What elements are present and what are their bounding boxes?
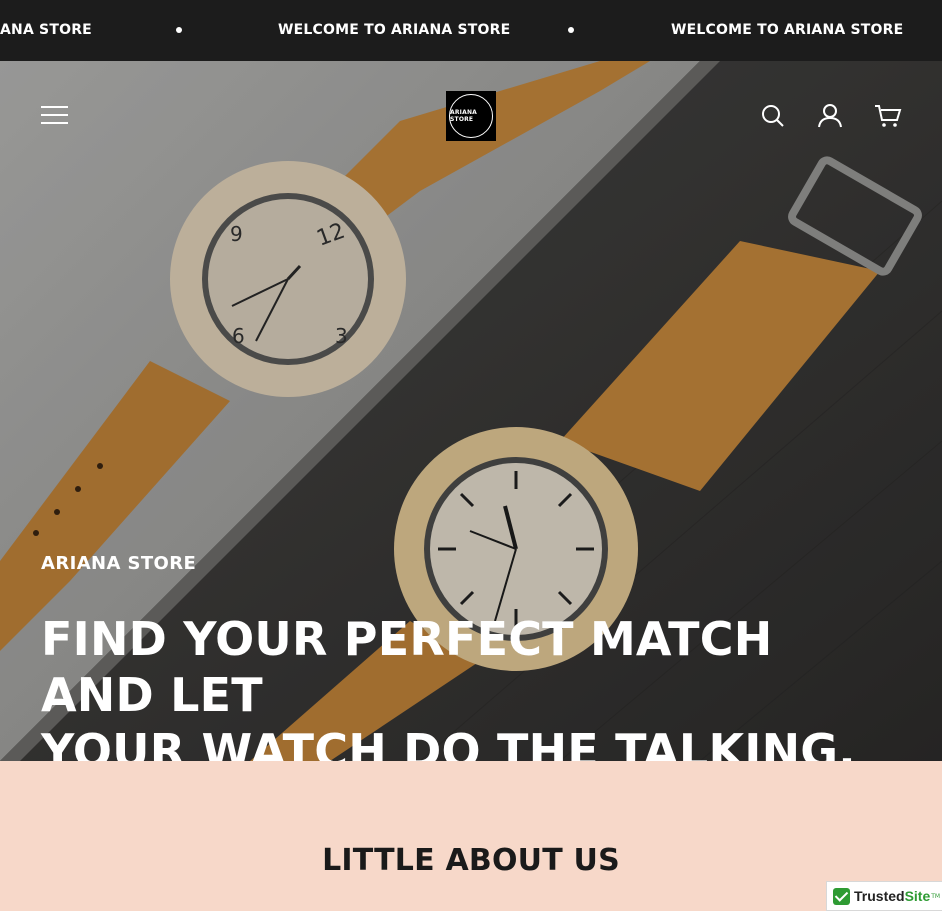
search-icon[interactable] [760,103,786,129]
about-title: LITTLE ABOUT US [322,843,620,878]
store-logo[interactable]: ARIANA STORE [446,91,496,141]
checkmark-icon [833,887,850,905]
account-icon[interactable] [817,103,843,129]
trusted-label: Trusted [854,888,905,904]
announcement-bar: ANA STORE WELCOME TO ARIANA STORE WELCOM… [0,0,942,61]
cart-icon[interactable] [874,103,902,129]
logo-text: ARIANA STORE [450,109,478,123]
trustedsite-badge[interactable]: Trusted Site TM [826,881,942,911]
site-label: Site [904,888,931,904]
announcement-separator-dot [568,27,574,33]
site-header: ARIANA STORE [0,61,942,171]
announcement-message: ANA STORE [0,22,92,38]
menu-icon[interactable] [41,106,69,126]
trademark-label: TM [931,892,941,900]
hero-headline-line: FIND YOUR PERFECT MATCH AND LET [41,612,773,722]
hero-headline: FIND YOUR PERFECT MATCH AND LET YOUR WAT… [41,611,901,779]
announcement-separator-dot [176,27,182,33]
about-section: LITTLE ABOUT US [0,761,942,911]
announcement-message: WELCOME TO ARIANA STORE [671,22,904,38]
hero-eyebrow: ARIANA STORE [41,553,197,574]
announcement-message: WELCOME TO ARIANA STORE [278,22,511,38]
logo-mark: ARIANA STORE [449,94,493,138]
